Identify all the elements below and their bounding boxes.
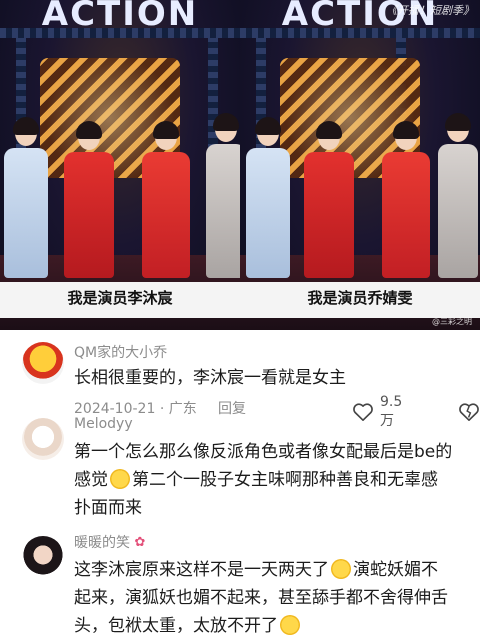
avatar[interactable] — [22, 418, 64, 460]
actor-figure — [246, 117, 290, 278]
video-frame[interactable]: ACTION ACTION 《开播！短剧季》 我是演员李沐宸 我是演员乔婧雯 @… — [0, 0, 480, 330]
reply-button[interactable]: 回复 — [218, 398, 246, 418]
video-panel-right: ACTION — [240, 0, 480, 330]
source-watermark: @三彩之明 — [432, 317, 472, 326]
comment-username[interactable]: 暖暖的笑 ✿ — [74, 532, 145, 552]
meta-separator: · — [159, 401, 165, 417]
actor-figure — [438, 113, 478, 278]
comment-location: 广东 — [168, 401, 197, 417]
comment-text: 第一个怎么那么像反派角色或者像女配最后是be的 感觉 第二个一股子女主味啊那种善良… — [74, 442, 453, 518]
comment-username[interactable]: QM家的大小乔 — [74, 342, 167, 362]
video-panel-left: ACTION — [0, 0, 240, 330]
avatar[interactable] — [22, 536, 64, 578]
comment-text: 长相很重要的，李沐宸一看就是女主 — [74, 368, 346, 388]
like-group: 9.5万 — [352, 394, 480, 430]
comment-meta: 2024-10-21 · 广东 — [74, 398, 197, 418]
subtitle-right: 我是演员乔婧雯 — [307, 289, 413, 307]
actor-figure — [142, 121, 190, 278]
flower-icon: ✿ — [134, 535, 146, 550]
actor-figure — [382, 121, 430, 278]
comment-username[interactable]: Melodyy — [74, 416, 133, 432]
comment-list: QM家的大小乔 长相很重要的，李沐宸一看就是女主 2024-10-21 · 广东… — [0, 330, 480, 640]
actor-figure — [4, 117, 48, 278]
stage-action-text: ACTION — [41, 0, 199, 34]
comment-text: 这李沐宸原来这样不是一天两天了 演蛇妖媚不 起来，演狐妖也媚不起来，甚至舔手都不舍… — [74, 559, 448, 636]
avatar[interactable] — [22, 342, 64, 384]
like-count: 9.5万 — [380, 394, 403, 429]
heart-outline-icon[interactable] — [352, 402, 374, 422]
broken-heart-outline-icon[interactable] — [458, 402, 480, 422]
smirk-emoji — [331, 559, 351, 579]
comment-date: 2024-10-21 — [74, 401, 156, 417]
program-watermark: 《开播！短剧季》 — [386, 4, 474, 17]
actor-figure — [304, 121, 354, 278]
smirk-emoji — [280, 615, 300, 635]
laughing-tears-emoji — [110, 469, 130, 489]
subtitle-left: 我是演员李沐宸 — [67, 289, 173, 307]
actor-figure — [64, 121, 114, 278]
actor-figure — [206, 113, 240, 278]
